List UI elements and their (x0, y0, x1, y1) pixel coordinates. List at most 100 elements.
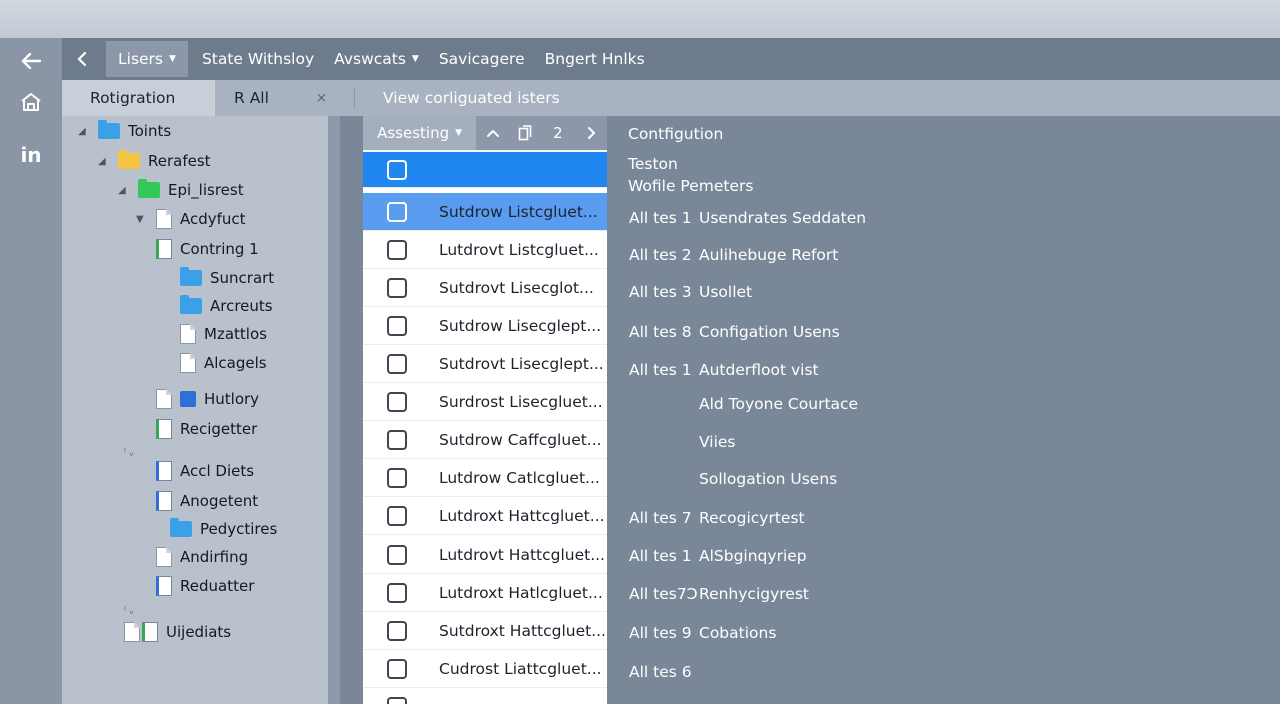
checkbox-icon[interactable] (387, 467, 407, 488)
page-number[interactable]: 2 (542, 116, 575, 150)
checkbox-icon[interactable] (387, 391, 407, 412)
detail-value[interactable]: Usendrates Seddaten (699, 209, 866, 227)
menu-avswcats[interactable]: Avswcats ▼ (324, 38, 429, 80)
detail-value[interactable]: Recogicyrtest (699, 509, 805, 527)
tree-item[interactable]: Reduatter (156, 574, 254, 598)
checkbox-icon[interactable] (387, 696, 407, 704)
detail-key: All tes 1 (629, 547, 692, 565)
detail-value[interactable]: Usollet (699, 283, 752, 301)
linkedin-icon[interactable]: in (14, 140, 48, 170)
list-item[interactable]: Sutdrow Caffcgluet... (363, 421, 607, 459)
menu-item-label: Avswcats (334, 50, 406, 68)
checkbox-icon[interactable] (387, 159, 407, 180)
tree-item-label: Rerafest (148, 152, 211, 170)
checkbox-icon[interactable] (387, 353, 407, 374)
checkbox-icon[interactable] (387, 201, 407, 222)
checkbox-icon[interactable] (387, 505, 407, 526)
document-icon (156, 239, 172, 259)
tree-item-label: Arcreuts (210, 297, 273, 315)
checkbox-icon[interactable] (387, 239, 407, 260)
tree-collapse-icon[interactable]: ˡ ᵥ (124, 604, 134, 617)
checkbox-icon[interactable] (387, 582, 407, 603)
detail-value[interactable]: AlSbginqyriep (699, 547, 807, 565)
tree-item[interactable]: Accl Diets (156, 459, 254, 483)
list-item[interactable]: Sutdroxt Hattcgluet... (363, 612, 607, 650)
detail-value[interactable]: Sollogation Usens (699, 470, 837, 488)
expand-triangle-icon[interactable]: ▼ (136, 214, 148, 225)
chevron-left-icon[interactable] (62, 38, 102, 80)
list-item[interactable]: Cudrost Liattcgluet... (363, 650, 607, 688)
panel-splitter[interactable] (328, 116, 340, 704)
back-arrow-icon[interactable] (14, 46, 48, 76)
list-item[interactable]: Sutdrovt Lisecglept... (363, 345, 607, 383)
detail-value[interactable]: Cobations (699, 624, 776, 642)
tree-item[interactable]: ▼ Acdyfuct (136, 207, 246, 231)
list-item-label: Lutdrow Catlcgluet... (439, 468, 600, 487)
list-item[interactable]: Lutdroxt Hatlcgluet... (363, 574, 607, 612)
menu-savicagere[interactable]: Savicagere (429, 38, 535, 80)
checkbox-icon[interactable] (387, 315, 407, 336)
document-icon (156, 389, 172, 409)
checkbox-icon[interactable] (387, 429, 407, 450)
detail-value[interactable]: Autderfloot vist (699, 361, 819, 379)
list-item[interactable] (363, 152, 607, 188)
list-item[interactable]: Surdrost Lisecgluet... (363, 383, 607, 421)
chevron-down-icon: ▼ (455, 128, 463, 138)
tree-item[interactable]: Arcreuts (180, 294, 273, 318)
tree-item[interactable]: Pedyctires (170, 517, 277, 541)
list-item[interactable]: Sutdrow Lisecglept... (363, 307, 607, 345)
document-icon (180, 353, 196, 373)
folder-icon (180, 295, 202, 314)
detail-value[interactable]: Configation Usens (699, 323, 840, 341)
detail-value[interactable]: Aulihebuge Refort (699, 246, 838, 264)
copy-icon[interactable] (509, 116, 542, 150)
list-item[interactable]: Lutdrovt Listcgluet... (363, 231, 607, 269)
tree-item[interactable]: ◢ Epi_lisrest (118, 178, 244, 202)
list-item[interactable]: Sutdrovt Lisecglot... (363, 269, 607, 307)
tree-item[interactable]: Uijediats (124, 620, 231, 644)
menu-state-withsloy[interactable]: State Withsloy (192, 38, 324, 80)
detail-value[interactable]: Renhycigyrest (699, 585, 809, 603)
home-icon[interactable] (14, 87, 48, 117)
tree-item[interactable]: Alcagels (180, 351, 267, 375)
menu-item-label: State Withsloy (201, 50, 315, 68)
tree-item[interactable]: Suncrart (180, 266, 274, 290)
document-icon (156, 209, 172, 229)
tree-item[interactable]: Hutlory (156, 387, 259, 411)
list-item[interactable]: Lutdrovt Hattcgluet... (363, 536, 607, 574)
detail-header: Contfigution (628, 125, 724, 143)
tab-rotigration[interactable]: Rotigration (62, 80, 215, 116)
checkbox-icon[interactable] (387, 544, 407, 565)
list-item[interactable]: Lutdrow Catlcgluet... (363, 459, 607, 497)
tree-item[interactable]: Andirfing (156, 545, 248, 569)
chevron-up-icon[interactable] (476, 116, 509, 150)
sort-dropdown[interactable]: Assesting ▼ (363, 116, 477, 150)
document-icon (124, 622, 140, 642)
list-item[interactable] (363, 688, 607, 704)
detail-key: All tes 1 (629, 361, 692, 379)
checkbox-icon[interactable] (387, 658, 407, 679)
list-item[interactable]: Lutdroxt Hattcgluet... (363, 497, 607, 535)
tree-item[interactable]: Contring 1 (156, 237, 259, 261)
tab-r-all[interactable]: R All (234, 80, 269, 116)
detail-value[interactable]: Viies (699, 433, 736, 451)
list-item[interactable]: Sutdrow Listcgluet... (363, 193, 607, 231)
tree-item[interactable]: Anogetent (156, 489, 258, 513)
checkbox-icon[interactable] (387, 277, 407, 298)
view-configured-users-link[interactable]: View corliguated isters (383, 80, 560, 116)
tree-item[interactable]: Recigetter (156, 417, 257, 441)
menu-bngert-hnlks[interactable]: Bngert Hnlks (535, 38, 655, 80)
expand-triangle-icon[interactable]: ◢ (98, 156, 110, 167)
expand-triangle-icon[interactable]: ◢ (118, 185, 130, 196)
expand-triangle-icon[interactable]: ◢ (78, 126, 90, 137)
tree-item[interactable]: ◢ Rerafest (98, 149, 211, 173)
tree-collapse-icon[interactable]: ˡ ᵥ (124, 446, 134, 459)
close-tab-icon[interactable]: × (316, 80, 327, 116)
chevron-right-icon[interactable] (574, 116, 607, 150)
tree-item-label: Epi_lisrest (168, 181, 244, 199)
tree-item[interactable]: Mzattlos (180, 322, 267, 346)
checkbox-icon[interactable] (387, 620, 407, 641)
menu-lisers[interactable]: Lisers ▼ (106, 41, 188, 77)
detail-value[interactable]: Ald Toyone Courtace (699, 395, 858, 413)
tree-item[interactable]: ◢ Toints (78, 119, 171, 143)
